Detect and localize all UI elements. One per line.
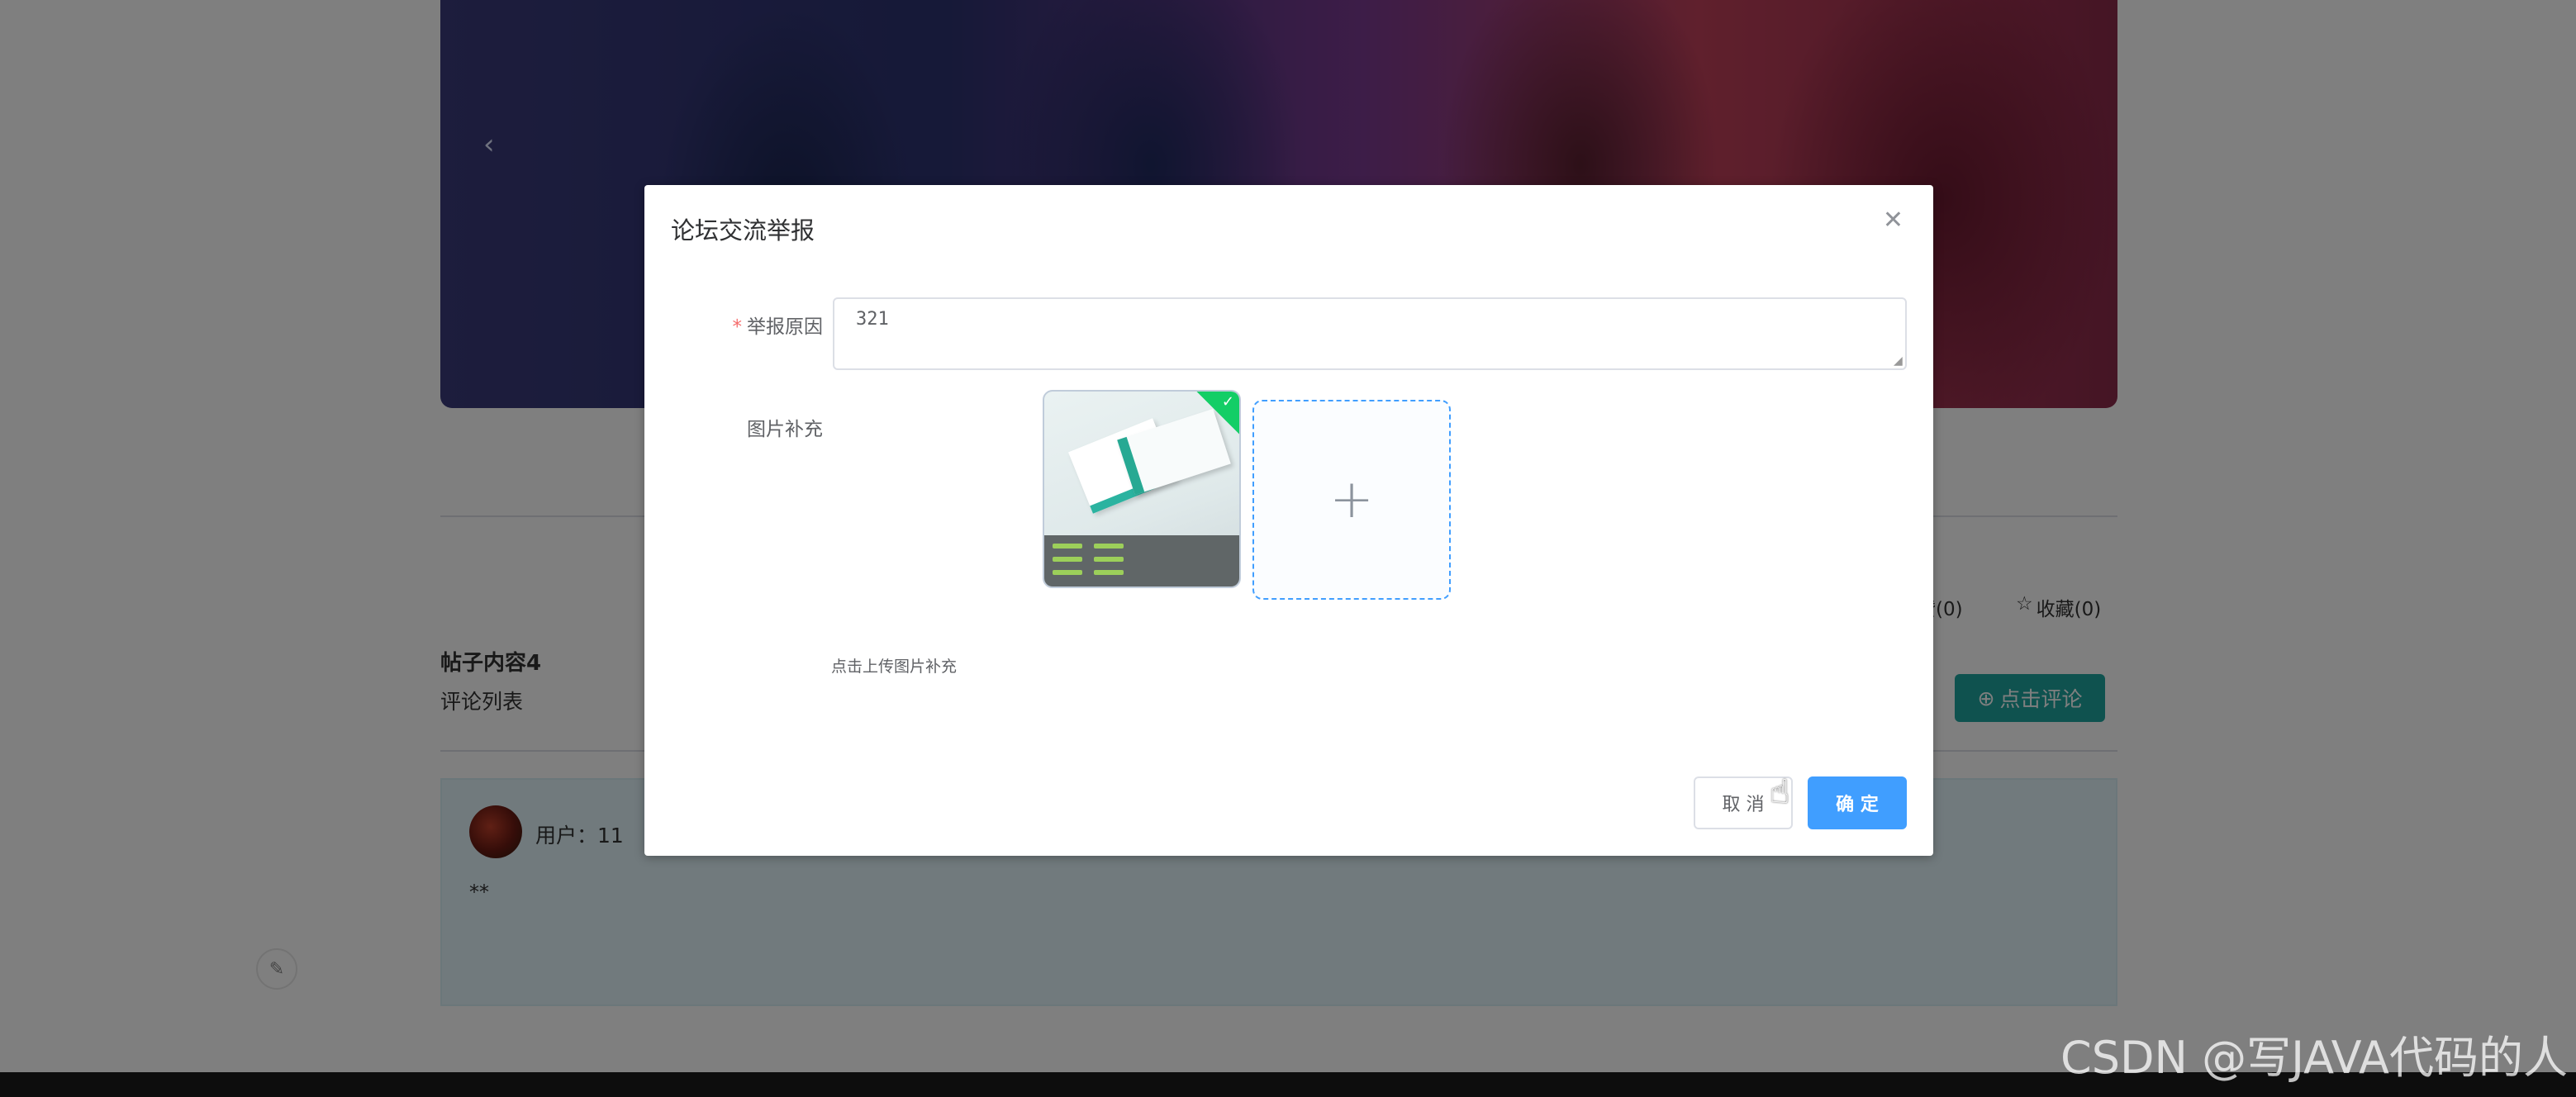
resize-grip-icon[interactable]: ◢ bbox=[1894, 355, 1905, 367]
watermark: CSDN @写JAVA代码的人 bbox=[2060, 1032, 2568, 1084]
thumbnail-footer bbox=[1044, 535, 1239, 586]
upload-tip: 点击上传图片补充 bbox=[831, 658, 958, 676]
reason-textarea[interactable] bbox=[833, 297, 1907, 370]
upload-image-button[interactable]: + bbox=[1252, 400, 1451, 600]
required-mark: * bbox=[732, 316, 743, 338]
reason-label-text: 举报原因 bbox=[747, 316, 823, 338]
uploaded-image-thumbnail[interactable]: ✓ bbox=[1043, 390, 1241, 588]
reason-label: * 举报原因 bbox=[658, 311, 824, 339]
hand-cursor-icon: ☝ bbox=[1770, 773, 1790, 811]
check-icon: ✓ bbox=[1221, 393, 1234, 411]
image-label: 图片补充 bbox=[747, 419, 823, 440]
thumbnail-card-back bbox=[1117, 408, 1231, 496]
report-dialog: 论坛交流举报 ✕ *举报原因 ◢ 图片补充 ✓ + 点击上传图片补充 取 消 确… bbox=[644, 185, 1933, 856]
close-icon[interactable]: ✕ bbox=[1883, 208, 1903, 233]
confirm-button[interactable]: 确 定 bbox=[1808, 776, 1907, 829]
plus-icon: + bbox=[1329, 469, 1374, 530]
dialog-title: 论坛交流举报 bbox=[671, 216, 815, 245]
